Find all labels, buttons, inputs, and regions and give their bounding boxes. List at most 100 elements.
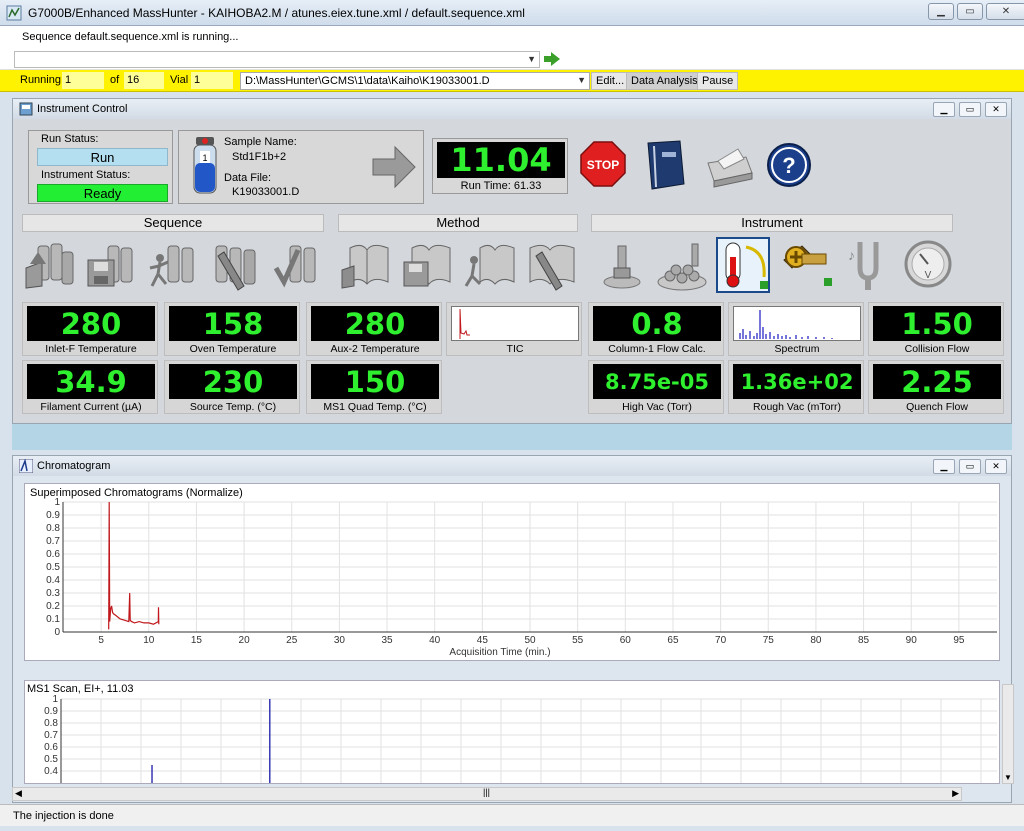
tic-tile[interactable]: TIC [446,302,582,356]
quad-temp-caption: MS1 Quad Temp. (°C) [323,401,427,413]
run-time-value: 11.04 [437,142,565,178]
x-tick-label: 65 [667,635,679,646]
panel-close-button[interactable]: ✕ [985,102,1007,117]
x-tick-label: 70 [715,635,727,646]
horizontal-scrollbar[interactable]: ◀ ||| ▶ [12,787,962,801]
command-input[interactable]: ▼ [14,51,540,68]
oven-temp-tile[interactable]: 158 Oven Temperature [164,302,300,356]
ms-scan-chart[interactable]: 0.40.50.60.70.80.91 [25,681,999,783]
y-tick-label: 0.3 [46,588,60,599]
run-sequence-icon[interactable] [148,238,200,292]
scroll-thumb-grip[interactable]: ||| [483,787,490,797]
collision-flow-tile[interactable]: 1.50 Collision Flow [868,302,1004,356]
stop-button[interactable]: STOP [580,141,626,187]
source-temp-caption: Source Temp. (°C) [189,401,277,413]
execute-arrow-icon[interactable] [544,52,560,66]
save-method-icon[interactable] [402,238,454,292]
instrument-control-icon [19,102,33,116]
inlet-temp-tile[interactable]: 280 Inlet-F Temperature [22,302,158,356]
run-status-label: Run Status: [41,133,99,145]
help-icon[interactable]: ? [766,142,812,188]
load-sequence-icon[interactable] [24,238,76,292]
validate-sequence-icon[interactable] [272,238,324,292]
instrument-group-header: Instrument [591,214,953,232]
chromatogram-chart[interactable]: 5 10 15 20 25 30 35 40 45 50 55 60 65 70 75 80 85 90 95 0 0.… [25,484,999,660]
y-tick-label: 0.2 [46,601,60,612]
source-temp-tile[interactable]: 230 Source Temp. (°C) [164,360,300,414]
edit-button[interactable]: Edit... [591,72,630,90]
save-sequence-icon[interactable] [86,238,138,292]
x-tick-label: 85 [858,635,870,646]
column-flow-tile[interactable]: 0.8 Column-1 Flow Calc. [588,302,724,356]
edit-method-icon[interactable] [526,238,578,292]
injector-icon[interactable] [598,238,650,292]
logbook-icon[interactable] [642,140,688,192]
scroll-down-icon[interactable]: ▼ [1004,773,1012,782]
spectrum-tile[interactable]: Spectrum [728,302,864,356]
instrument-control-titlebar: Instrument Control ▁ ▭ ✕ [13,99,1011,119]
data-path-select[interactable]: D:\MassHunter\GCMS\1\data\Kaiho\K1903300… [240,72,590,90]
panel-gap [12,424,1012,450]
spectrum-mini-chart [739,310,833,339]
msd-source-icon[interactable] [780,238,832,292]
x-tick-label: 35 [381,635,393,646]
instrument-status-value: Ready [37,184,168,202]
chevron-down-icon[interactable]: ▼ [527,54,536,64]
ms-y-tick-label: 0.6 [44,742,58,753]
chevron-down-icon[interactable]: ▼ [577,75,586,85]
x-tick-label: 25 [286,635,298,646]
high-vac-tile[interactable]: 8.75e-05 High Vac (Torr) [588,360,724,414]
run-method-icon[interactable] [464,238,516,292]
chrom-minimize-button[interactable]: ▁ [933,459,955,474]
y-tick-label: 0.6 [46,549,60,560]
scroll-right-icon[interactable]: ▶ [952,788,959,799]
x-tick-label: 5 [98,635,104,646]
instrument-status-label: Instrument Status: [41,169,131,181]
print-icon[interactable] [702,143,754,189]
ms-y-tick-label: 0.9 [44,706,58,717]
ms-y-tick-label: 0.7 [44,730,58,741]
panel-restore-button[interactable]: ▭ [959,102,981,117]
stop-label: STOP [587,158,619,172]
quench-flow-tile[interactable]: 2.25 Quench Flow [868,360,1004,414]
edit-sequence-icon[interactable] [210,238,262,292]
y-tick-label: 0.7 [46,536,60,547]
oven-temp-caption: Oven Temperature [189,343,277,355]
tune-icon[interactable]: ♪ [840,238,892,292]
instrument-control-title: Instrument Control [37,103,128,115]
maximize-button[interactable]: ▭ [957,3,983,20]
close-button[interactable]: ✕ [986,3,1024,20]
chrom-restore-button[interactable]: ▭ [959,459,981,474]
ms-y-tick-label: 1 [52,694,58,705]
spectrum-mini-plot [733,306,861,341]
aux2-temp-tile[interactable]: 280 Aux-2 Temperature [306,302,442,356]
run-time-label: Run Time: 61.33 [460,180,542,192]
app-icon [6,5,22,21]
sequence-toolbar: Running 1 of 16 Vial 1 D:\MassHunter\GCM… [0,70,1024,92]
ms-scan-chart-area[interactable]: MS1 Scan, EI+, 11.03 0.4 0.5 0.6 0.7 0.8 0.9 1 [24,680,1000,784]
chromatogram-chart-area[interactable]: Superimposed Chromatograms (Normalize) 5… [24,483,1000,661]
aux2-temp-value: 280 [311,306,439,341]
x-tick-label: 15 [191,635,203,646]
collision-flow-value: 1.50 [873,306,1001,341]
chrom-close-button[interactable]: ✕ [985,459,1007,474]
scroll-left-icon[interactable]: ◀ [15,788,22,799]
x-tick-label: 45 [477,635,489,646]
quad-temp-tile[interactable]: 150 MS1 Quad Temp. (°C) [306,360,442,414]
y-tick-label: 0.4 [46,575,60,586]
load-method-icon[interactable] [340,238,392,292]
vacuum-gauge-icon[interactable]: V [902,238,954,292]
tic-mini-plot [451,306,579,341]
source-temp-value: 230 [169,364,297,399]
minimize-button[interactable]: ▁ [928,3,954,20]
autosampler-icon[interactable] [656,238,708,292]
panel-minimize-button[interactable]: ▁ [933,102,955,117]
sample-name-value: Std1F1b+2 [232,151,287,163]
data-analysis-button[interactable]: Data Analysis [626,72,703,90]
svg-text:?: ? [782,153,795,178]
vertical-scrollbar[interactable]: ▼ [1002,684,1014,784]
pause-button[interactable]: Pause [697,72,739,90]
gc-oven-icon[interactable] [716,237,770,293]
rough-vac-tile[interactable]: 1.36e+02 Rough Vac (mTorr) [728,360,864,414]
filament-current-tile[interactable]: 34.9 Filament Current (µA) [22,360,158,414]
